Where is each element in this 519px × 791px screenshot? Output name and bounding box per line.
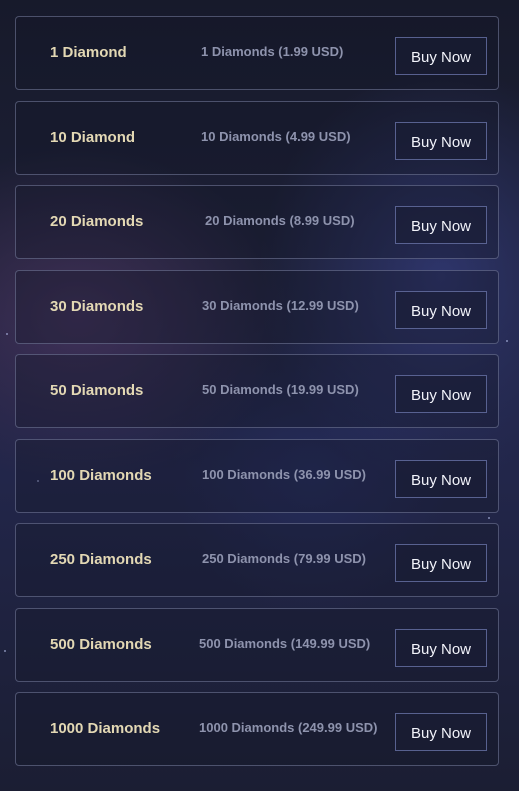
package-description: 250 Diamonds (79.99 USD): [202, 551, 367, 566]
package-description: 50 Diamonds (19.99 USD): [202, 382, 359, 397]
diamond-package-row: 250 Diamonds 250 Diamonds (79.99 USD) Bu…: [15, 523, 499, 597]
package-name: 20 Diamonds: [50, 213, 144, 230]
buy-now-button[interactable]: Buy Now: [395, 628, 487, 667]
buy-now-button[interactable]: Buy Now: [395, 459, 487, 498]
diamond-package-list: 1 Diamond 1 Diamonds (1.99 USD) Buy Now …: [15, 16, 499, 777]
background-star: [4, 650, 6, 652]
package-name: 500 Diamonds: [50, 635, 152, 653]
buy-now-button[interactable]: Buy Now: [395, 121, 487, 160]
buy-now-button[interactable]: Buy Now: [395, 375, 487, 413]
buy-now-button[interactable]: Buy Now: [395, 290, 487, 329]
diamond-package-row: 10 Diamond 10 Diamonds (4.99 USD) Buy No…: [15, 100, 499, 175]
package-description: 1000 Diamonds (249.99 USD): [199, 720, 378, 735]
background-star: [506, 340, 508, 342]
buy-now-button[interactable]: Buy Now: [395, 37, 487, 75]
diamond-package-row: 20 Diamonds 20 Diamonds (8.99 USD) Buy N…: [15, 185, 499, 259]
diamond-package-row: 50 Diamonds 50 Diamonds (19.99 USD) Buy …: [15, 354, 499, 428]
diamond-package-row: 500 Diamonds 500 Diamonds (149.99 USD) B…: [15, 607, 499, 682]
diamond-package-row: 30 Diamonds 30 Diamonds (12.99 USD) Buy …: [15, 269, 499, 344]
package-description: 500 Diamonds (149.99 USD): [199, 635, 371, 651]
package-description: 30 Diamonds (12.99 USD): [202, 297, 359, 313]
buy-now-button[interactable]: Buy Now: [395, 206, 487, 244]
package-name: 50 Diamonds: [50, 382, 144, 399]
background-star: [6, 333, 8, 335]
package-name: 10 Diamond: [50, 128, 136, 146]
package-description: 10 Diamonds (4.99 USD): [201, 128, 351, 144]
package-description: 1 Diamonds (1.99 USD): [201, 44, 344, 59]
package-name: 1000 Diamonds: [50, 720, 161, 737]
buy-now-button[interactable]: Buy Now: [395, 544, 487, 582]
package-name: 100 Diamonds: [50, 466, 152, 484]
diamond-package-row: 100 Diamonds 100 Diamonds (36.99 USD) Bu…: [15, 438, 499, 513]
package-name: 30 Diamonds: [50, 297, 144, 315]
buy-now-button[interactable]: Buy Now: [395, 713, 487, 751]
package-description: 20 Diamonds (8.99 USD): [205, 213, 355, 228]
package-name: 1 Diamond: [50, 44, 127, 61]
diamond-package-row: 1000 Diamonds 1000 Diamonds (249.99 USD)…: [15, 692, 499, 766]
package-name: 250 Diamonds: [50, 551, 152, 568]
diamond-package-row: 1 Diamond 1 Diamonds (1.99 USD) Buy Now: [15, 16, 499, 90]
package-description: 100 Diamonds (36.99 USD): [202, 466, 367, 482]
